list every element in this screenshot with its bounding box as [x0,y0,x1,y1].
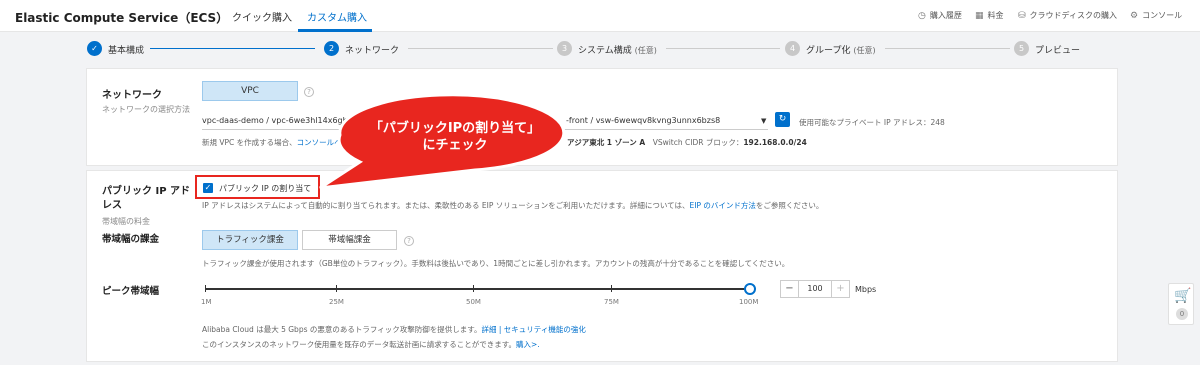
callout-bubble [319,93,566,190]
cart-widget[interactable]: 🛒 0 [1168,283,1194,325]
callout-line-1: 「パブリックIPの割り当て」 [369,121,541,136]
cart-count: 0 [1176,308,1188,320]
callout-line-2: にチェック [422,138,488,153]
cart-icon: 🛒 [1174,288,1192,304]
callout-text: 「パブリックIPの割り当て」 にチェック [355,120,555,154]
